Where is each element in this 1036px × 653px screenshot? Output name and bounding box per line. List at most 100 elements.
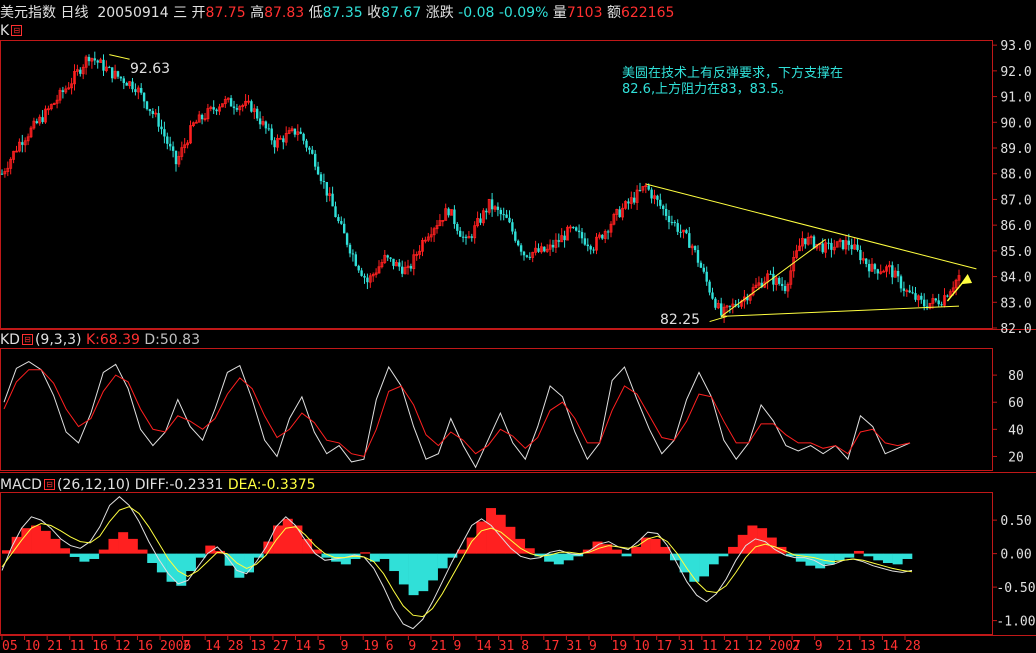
macd-bar xyxy=(563,553,574,561)
x-tick-label: 28 xyxy=(228,639,244,653)
x-tick-label: 14 xyxy=(476,639,492,653)
x-tick-label: 9 xyxy=(454,639,462,653)
macd-panel-label: MACD xyxy=(0,477,42,493)
rebound-arrow-head xyxy=(960,274,973,285)
x-tick-label: 21 xyxy=(724,639,740,653)
candle-body xyxy=(171,146,175,151)
panel-toggle-icon[interactable]: ⊟ xyxy=(43,479,55,490)
candle-body xyxy=(348,244,352,254)
macd-bar xyxy=(892,553,903,565)
candle-body xyxy=(557,240,560,242)
close-value: 87.67 xyxy=(381,5,422,21)
candle-body xyxy=(140,88,143,93)
candle-body xyxy=(902,288,906,291)
x-tick-label: 9 xyxy=(408,639,416,653)
macd-bar xyxy=(137,549,148,554)
candle-body xyxy=(891,265,894,278)
x-tick-label: 13 xyxy=(860,639,876,653)
y-tick-label: 93.0 xyxy=(1000,39,1031,54)
candle-body xyxy=(453,209,456,225)
macd-bar xyxy=(21,528,32,554)
macd-bar xyxy=(89,553,100,559)
candle-body xyxy=(340,221,343,224)
trend-line xyxy=(645,183,977,270)
candle-body xyxy=(772,273,775,285)
candle-body xyxy=(664,208,668,216)
x-tick-label: 21 xyxy=(837,639,853,653)
x-tick-label: 14 xyxy=(882,639,898,653)
candle-body xyxy=(166,136,169,144)
candle-body xyxy=(108,67,111,69)
candle-body xyxy=(116,71,120,77)
panel-toggle-icon[interactable]: ⊟ xyxy=(11,25,23,36)
macd-bar xyxy=(50,538,61,554)
x-tick-label: 28 xyxy=(905,639,921,653)
candle-body xyxy=(830,242,833,250)
candle-body xyxy=(778,277,781,284)
candle-body xyxy=(264,121,268,129)
candle-body xyxy=(119,76,123,79)
candle-body xyxy=(659,199,662,206)
macd-bar xyxy=(650,538,661,554)
x-tick-label: 11 xyxy=(70,639,86,653)
candle-body xyxy=(865,258,868,264)
candle-body xyxy=(145,101,149,110)
macd-bar xyxy=(631,546,642,554)
candle-body xyxy=(572,226,575,228)
candle-body xyxy=(517,240,520,246)
macd-bar xyxy=(824,553,835,565)
macd-bar xyxy=(360,552,371,554)
candle-body xyxy=(702,267,705,272)
candle-body xyxy=(859,249,862,261)
open-label: 开 xyxy=(191,5,206,21)
candle-body xyxy=(302,133,305,141)
candle-body xyxy=(87,56,91,62)
high-marker-leader xyxy=(109,54,130,60)
candle-body xyxy=(102,59,105,71)
macd-bar xyxy=(108,538,119,554)
candle-body xyxy=(937,300,940,305)
y-tick-label: 0.50 xyxy=(1000,514,1031,529)
y-tick-label: 0.00 xyxy=(1000,548,1031,563)
macd-bar xyxy=(147,553,158,563)
x-tick-label: 11 xyxy=(702,639,718,653)
macd-bar xyxy=(844,553,855,558)
candle-body xyxy=(685,230,688,234)
annotation-line-2: 82.6,上方阻力在83，83.5。 xyxy=(622,82,792,97)
x-tick-label: 6 xyxy=(386,639,394,653)
macd-bar xyxy=(195,553,206,558)
macd-bar xyxy=(398,553,409,585)
x-tick-label: 17 xyxy=(657,639,673,653)
macd-bar xyxy=(98,549,109,554)
high-label: 高 xyxy=(250,5,265,21)
y-tick-label: 87.0 xyxy=(1000,193,1031,208)
open-value: 87.75 xyxy=(205,5,246,21)
candle-body xyxy=(331,193,334,207)
x-tick-label: 31 xyxy=(499,639,515,653)
quote-header: 美元指数 日线 20050914 三 开87.75 高87.83 低87.35 … xyxy=(0,4,674,22)
candle-body xyxy=(270,128,273,141)
macd-bar xyxy=(418,553,429,592)
candle-body xyxy=(841,240,845,250)
candle-body xyxy=(699,262,703,268)
macd-bar xyxy=(176,553,187,586)
candle-body xyxy=(250,101,253,112)
candle-body xyxy=(111,67,114,79)
trend-line xyxy=(720,238,826,317)
x-tick-label: 2 xyxy=(183,639,191,653)
candle-body xyxy=(334,206,337,218)
candle-body xyxy=(650,189,653,199)
x-tick-label: 31 xyxy=(679,639,695,653)
x-tick-label: 27 xyxy=(273,639,289,653)
candle-body xyxy=(575,227,578,231)
x-tick-label: 16 xyxy=(92,639,108,653)
macd-bar xyxy=(253,553,264,558)
macd-bar xyxy=(873,553,884,561)
panel-toggle-icon[interactable]: ⊟ xyxy=(21,334,33,345)
x-tick-label: 9 xyxy=(589,639,597,653)
candle-body xyxy=(490,199,494,210)
macd-bar xyxy=(234,553,245,578)
kd-panel-title: KD ⊟ (9,3,3) K:68.39 D:50.83 xyxy=(0,331,200,349)
candle-body xyxy=(514,231,517,241)
candle-body xyxy=(873,264,877,270)
